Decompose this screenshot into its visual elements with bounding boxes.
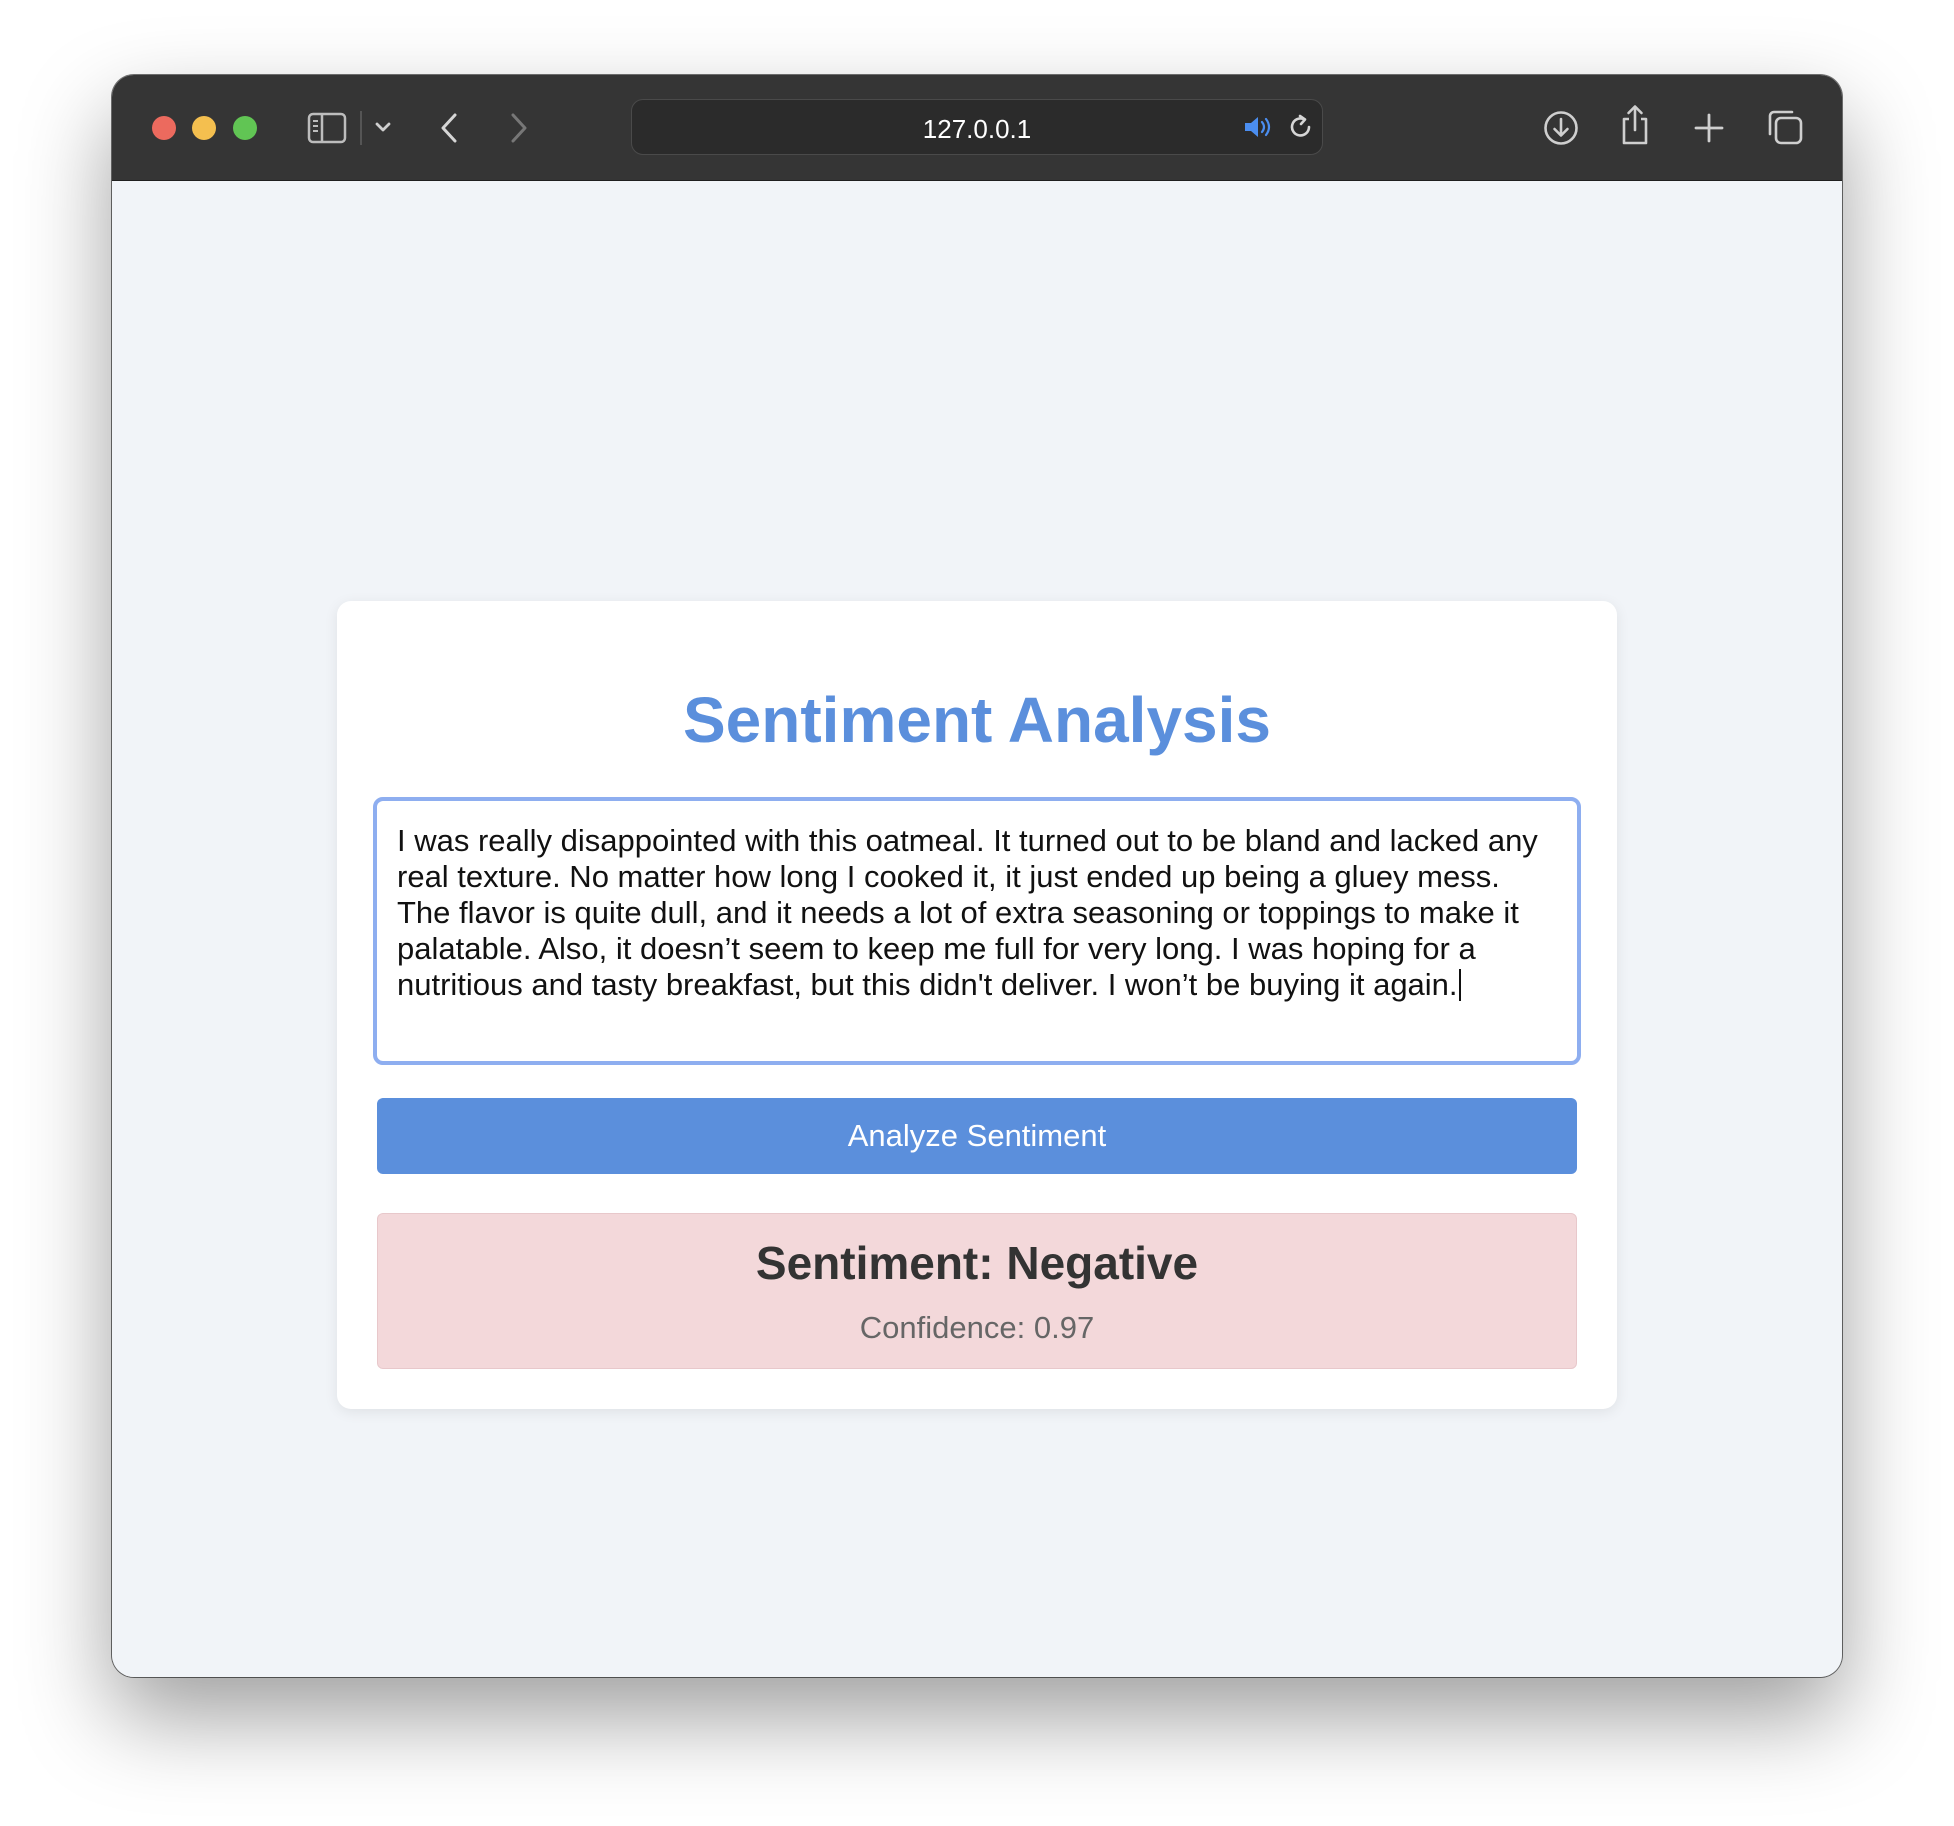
browser-toolbar: 127.0.0.1 (112, 75, 1842, 181)
review-text-input[interactable]: I was really disappointed with this oatm… (373, 797, 1581, 1065)
browser-window: 127.0.0.1 Sentiment Analysis I was reall… (112, 75, 1842, 1677)
url-text: 127.0.0.1 (922, 114, 1032, 144)
sentiment-result-label: Sentiment: Negative (755, 1237, 1199, 1289)
sentiment-result-box: Sentiment: Negative Confidence: 0.97 (377, 1213, 1577, 1369)
speaker-icon[interactable] (1242, 114, 1274, 140)
maximize-window-button[interactable] (233, 116, 257, 140)
download-icon[interactable] (1542, 109, 1580, 147)
page-title: Sentiment Analysis (682, 684, 1272, 756)
text-caret (1458, 969, 1461, 1001)
new-tab-icon[interactable] (1693, 112, 1725, 144)
minimize-window-button[interactable] (192, 116, 216, 140)
page-content: Sentiment Analysis I was really disappoi… (112, 181, 1842, 1677)
review-text-value: I was really disappointed with this oatm… (397, 823, 1538, 1002)
back-icon[interactable] (438, 111, 460, 145)
sentiment-card: Sentiment Analysis I was really disappoi… (337, 601, 1617, 1409)
tab-overview-icon[interactable] (1766, 108, 1804, 146)
toolbar-divider (360, 111, 362, 145)
confidence-label: Confidence: 0.97 (859, 1310, 1095, 1345)
reload-icon[interactable] (1286, 112, 1316, 142)
share-icon[interactable] (1618, 103, 1652, 147)
sidebar-toggle-icon[interactable] (307, 112, 347, 144)
address-bar[interactable]: 127.0.0.1 (631, 99, 1323, 155)
analyze-sentiment-button[interactable]: Analyze Sentiment (377, 1098, 1577, 1174)
close-window-button[interactable] (152, 116, 176, 140)
chevron-down-icon[interactable] (374, 120, 392, 134)
forward-icon[interactable] (508, 111, 530, 145)
